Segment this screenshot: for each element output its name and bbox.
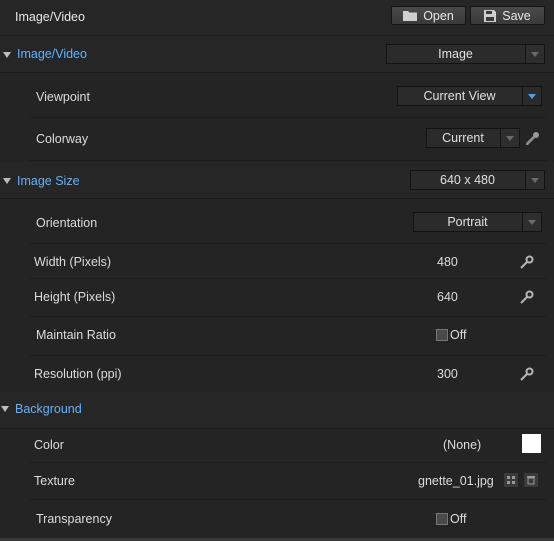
color-value: (None) xyxy=(443,438,482,452)
resolution-label: Resolution (ppi) xyxy=(34,367,122,381)
section-label-image-video: Image/Video xyxy=(17,47,87,61)
wrench-icon[interactable] xyxy=(520,290,534,304)
dropdown-value: Portrait xyxy=(447,215,488,229)
width-value[interactable]: 480 xyxy=(437,255,458,269)
dropdown-arrow-icon xyxy=(525,45,544,63)
width-label: Width (Pixels) xyxy=(34,255,112,269)
color-label: Color xyxy=(34,438,64,452)
save-icon xyxy=(484,9,497,22)
trash-icon[interactable] xyxy=(524,473,538,487)
height-value[interactable]: 640 xyxy=(437,290,458,304)
section-label-background: Background xyxy=(15,402,82,416)
collapse-triangle-icon[interactable] xyxy=(1,406,9,412)
maintain-ratio-checkbox[interactable] xyxy=(436,329,448,341)
dropdown-arrow-icon xyxy=(525,171,544,189)
colorway-dropdown[interactable]: Current xyxy=(426,128,520,148)
colorway-label: Colorway xyxy=(36,132,89,146)
wrench-icon[interactable] xyxy=(520,367,534,381)
wrench-icon[interactable] xyxy=(520,255,534,269)
folder-icon xyxy=(403,11,418,21)
open-button-label: Open xyxy=(423,8,454,23)
color-swatch[interactable] xyxy=(522,434,541,453)
collapse-triangle-icon[interactable] xyxy=(3,178,11,184)
height-label: Height (Pixels) xyxy=(34,290,116,304)
maintain-ratio-value: Off xyxy=(450,328,467,342)
dropdown-value: 640 x 480 xyxy=(440,173,495,187)
collapse-triangle-icon[interactable] xyxy=(3,52,11,58)
section-background[interactable] xyxy=(0,392,554,429)
panel-title: Image/Video xyxy=(15,10,85,24)
save-button-label: Save xyxy=(502,8,531,23)
section-label-image-size: Image Size xyxy=(17,174,80,188)
texture-label: Texture xyxy=(34,474,75,488)
transparency-label: Transparency xyxy=(36,512,112,526)
texture-browse-icon[interactable] xyxy=(504,473,518,487)
resolution-value[interactable]: 300 xyxy=(437,367,458,381)
dropdown-value: Current View xyxy=(423,89,496,103)
image-size-dropdown[interactable]: 640 x 480 xyxy=(410,170,545,190)
orientation-dropdown[interactable]: Portrait xyxy=(413,212,542,232)
open-button[interactable]: Open xyxy=(391,6,466,25)
dropdown-arrow-icon xyxy=(522,213,541,231)
transparency-checkbox[interactable] xyxy=(436,513,448,525)
colorway-picker-icon[interactable] xyxy=(524,130,540,146)
dropdown-arrow-icon xyxy=(500,129,519,147)
dropdown-value: Current xyxy=(442,131,484,145)
maintain-ratio-label: Maintain Ratio xyxy=(36,328,116,342)
texture-value[interactable]: gnette_01.jpg xyxy=(418,474,494,488)
viewpoint-label: Viewpoint xyxy=(36,90,90,104)
image-video-mode-dropdown[interactable]: Image xyxy=(386,44,545,64)
dropdown-arrow-icon xyxy=(522,87,541,105)
dropdown-value: Image xyxy=(438,47,473,61)
orientation-label: Orientation xyxy=(36,216,98,230)
transparency-value: Off xyxy=(450,512,467,526)
save-button[interactable]: Save xyxy=(470,6,545,25)
viewpoint-dropdown[interactable]: Current View xyxy=(397,86,542,106)
